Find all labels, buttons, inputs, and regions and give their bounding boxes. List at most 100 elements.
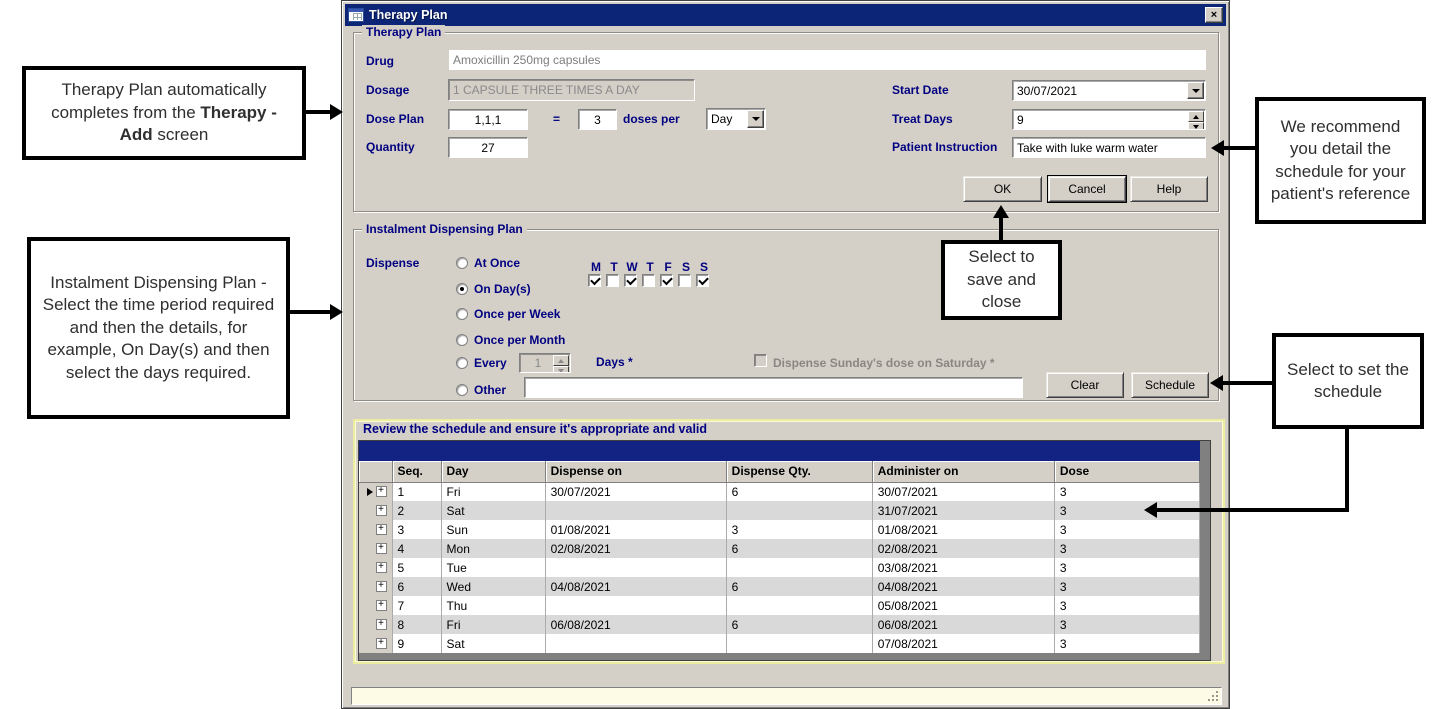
weekday-checkbox[interactable] (696, 274, 709, 287)
row-selector-cell[interactable]: + (359, 558, 392, 577)
table-row[interactable]: +9Sat07/08/20213 (359, 634, 1200, 653)
cell-day[interactable]: Fri (441, 615, 545, 634)
cell-seq[interactable]: 3 (392, 520, 441, 539)
weekday-checkbox[interactable] (660, 274, 673, 287)
cell-day[interactable]: Fri (441, 482, 545, 501)
cell-administer-on[interactable]: 30/07/2021 (872, 482, 1054, 501)
cell-seq[interactable]: 1 (392, 482, 441, 501)
chevron-down-icon[interactable] (747, 110, 764, 128)
cell-day[interactable]: Thu (441, 596, 545, 615)
cell-seq[interactable]: 8 (392, 615, 441, 634)
cell-seq[interactable]: 6 (392, 577, 441, 596)
spinner-buttons[interactable] (1188, 111, 1204, 128)
cell-seq[interactable]: 7 (392, 596, 441, 615)
table-row[interactable]: +2Sat31/07/20213 (359, 501, 1200, 520)
cell-dispense-on[interactable]: 06/08/2021 (545, 615, 726, 634)
cell-dispense-on[interactable] (545, 634, 726, 653)
cell-day[interactable]: Tue (441, 558, 545, 577)
help-button[interactable]: Help (1130, 176, 1208, 202)
cell-dispense-qty[interactable]: 6 (726, 482, 872, 501)
clear-button[interactable]: Clear (1046, 372, 1124, 398)
cell-administer-on[interactable]: 01/08/2021 (872, 520, 1054, 539)
expand-icon[interactable]: + (376, 638, 387, 649)
spin-up-icon[interactable] (1188, 111, 1204, 122)
table-row[interactable]: +8Fri06/08/2021606/08/20213 (359, 615, 1200, 634)
dispense-option[interactable]: Every (456, 356, 507, 370)
cell-day[interactable]: Sat (441, 501, 545, 520)
patient-instruction-field[interactable]: Take with luke warm water (1012, 137, 1206, 158)
cell-dispense-qty[interactable]: 6 (726, 615, 872, 634)
cell-dispense-qty[interactable] (726, 501, 872, 520)
radio-icon[interactable] (456, 357, 468, 369)
weekday-checkbox[interactable] (588, 274, 601, 287)
cell-seq[interactable]: 5 (392, 558, 441, 577)
row-selector-cell[interactable]: + (359, 539, 392, 558)
header-dose[interactable]: Dose (1054, 461, 1199, 482)
cell-dose[interactable]: 3 (1054, 596, 1199, 615)
table-row[interactable]: +1Fri30/07/2021630/07/20213 (359, 482, 1200, 501)
cell-dispense-on[interactable]: 02/08/2021 (545, 539, 726, 558)
table-row[interactable]: +5Tue03/08/20213 (359, 558, 1200, 577)
chevron-down-icon[interactable] (1187, 82, 1204, 99)
dispense-option[interactable]: At Once (456, 256, 520, 270)
weekday-checkbox[interactable] (642, 274, 655, 287)
other-field[interactable] (524, 377, 1023, 398)
cell-dose[interactable]: 3 (1054, 539, 1199, 558)
header-day[interactable]: Day (441, 461, 545, 482)
header-administer-on[interactable]: Administer on (872, 461, 1054, 482)
cell-dose[interactable]: 3 (1054, 520, 1199, 539)
cell-administer-on[interactable]: 07/08/2021 (872, 634, 1054, 653)
weekday-checkbox[interactable] (606, 274, 619, 287)
cell-dispense-on[interactable] (545, 596, 726, 615)
cell-dispense-qty[interactable] (726, 634, 872, 653)
cell-administer-on[interactable]: 06/08/2021 (872, 615, 1054, 634)
schedule-button[interactable]: Schedule (1131, 372, 1209, 398)
dose-plan-field[interactable]: 1,1,1 (448, 109, 528, 130)
cell-dispense-on[interactable]: 01/08/2021 (545, 520, 726, 539)
cell-day[interactable]: Wed (441, 577, 545, 596)
weekday-checkbox[interactable] (624, 274, 637, 287)
expand-icon[interactable]: + (376, 505, 387, 516)
dispense-option[interactable]: Once per Week (456, 307, 560, 321)
table-row[interactable]: +6Wed04/08/2021604/08/20213 (359, 577, 1200, 596)
cell-administer-on[interactable]: 02/08/2021 (872, 539, 1054, 558)
cell-dispense-qty[interactable]: 3 (726, 520, 872, 539)
doses-field[interactable]: 3 (578, 109, 617, 130)
header-dispense-on[interactable]: Dispense on (545, 461, 726, 482)
treat-days-stepper[interactable]: 9 (1012, 109, 1206, 130)
row-selector-cell[interactable]: + (359, 501, 392, 520)
title-bar[interactable]: Therapy Plan × (345, 4, 1226, 26)
expand-icon[interactable]: + (376, 543, 387, 554)
table-row[interactable]: +7Thu 05/08/20213 (359, 596, 1200, 615)
drug-field[interactable]: Amoxicillin 250mg capsules (449, 50, 1206, 70)
cell-dispense-qty[interactable] (726, 558, 872, 577)
radio-icon[interactable] (456, 257, 468, 269)
expand-icon[interactable]: + (376, 600, 387, 611)
table-row[interactable]: +3Sun01/08/2021301/08/20213 (359, 520, 1200, 539)
expand-icon[interactable]: + (376, 524, 387, 535)
cell-seq[interactable]: 2 (392, 501, 441, 520)
cell-dose[interactable]: 3 (1054, 634, 1199, 653)
cell-administer-on[interactable]: 03/08/2021 (872, 558, 1054, 577)
row-selector-cell[interactable]: + (359, 634, 392, 653)
cell-day[interactable]: Sun (441, 520, 545, 539)
cancel-button[interactable]: Cancel (1048, 176, 1126, 202)
resize-grip-icon[interactable] (1208, 691, 1218, 701)
header-dispense-qty[interactable]: Dispense Qty. (726, 461, 872, 482)
cell-dose[interactable]: 3 (1054, 577, 1199, 596)
start-date-dropdown[interactable]: 30/07/2021 (1012, 80, 1206, 101)
expand-icon[interactable]: + (376, 486, 387, 497)
cell-seq[interactable]: 4 (392, 539, 441, 558)
row-selector-cell[interactable]: + (359, 520, 392, 539)
dispense-option[interactable]: Other (456, 383, 506, 397)
row-selector-cell[interactable]: + (359, 615, 392, 634)
cell-dispense-qty[interactable]: 6 (726, 577, 872, 596)
cell-dose[interactable]: 3 (1054, 482, 1199, 501)
expand-icon[interactable]: + (376, 562, 387, 573)
cell-dispense-qty[interactable] (726, 596, 872, 615)
cell-dose[interactable]: 3 (1054, 615, 1199, 634)
cell-day[interactable]: Sat (441, 634, 545, 653)
row-selector-cell[interactable]: + (359, 596, 392, 615)
quantity-field[interactable]: 27 (448, 137, 528, 158)
cell-administer-on[interactable]: 05/08/2021 (872, 596, 1054, 615)
